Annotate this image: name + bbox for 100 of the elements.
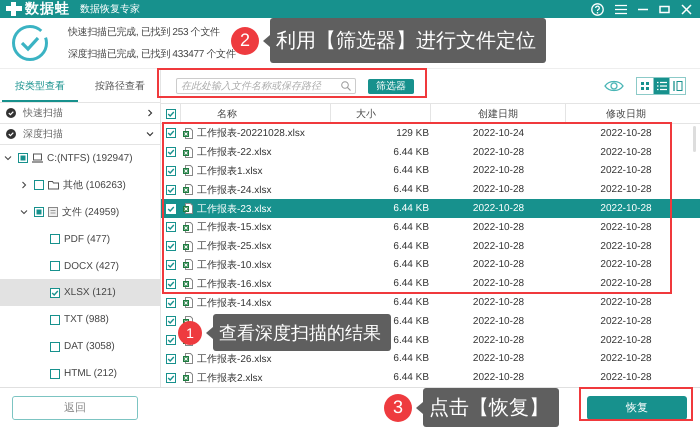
file-row[interactable]: 工作报表-15.xlsx 6.44 KB 2022-10-28 2022-10-28 [161,218,700,237]
file-row[interactable]: 工作报表-26.xlsx 6.44 KB 2022-10-28 2022-10-28 [161,350,700,368]
file-row[interactable]: 工作报表-10.xlsx 6.44 KB 2022-10-28 2022-10-28 [161,256,700,274]
checkbox[interactable] [34,180,44,190]
created-date: 2022-10-28 [472,259,526,270]
step-number-badge: 3 [384,394,412,422]
file-row[interactable]: 工作报表1.xlsx 6.44 KB 2022-10-28 2022-10-28 [161,162,700,180]
created-date: 2022-10-28 [472,334,526,346]
chevron-icon[interactable] [20,208,28,216]
scan-group-label: 快速扫描 [23,106,64,120]
checkbox[interactable] [50,261,60,271]
checkbox[interactable] [50,234,60,244]
checkbox[interactable] [166,166,176,176]
menu-icon[interactable] [615,4,627,14]
scrollbar[interactable] [693,126,696,152]
created-date: 2022-10-28 [472,372,526,384]
created-date: 2022-10-28 [472,146,526,158]
tree-item[interactable]: DOCX (427) [0,252,160,280]
maximize-icon[interactable] [659,4,670,14]
scan-group-row[interactable]: 快速扫描 [0,102,160,124]
file-row[interactable]: 工作报表-25.xlsx 6.44 KB 2022-10-28 2022-10-28 [161,236,700,256]
callout-text: 利用【筛选器】进行文件定位 [270,18,546,63]
checkbox[interactable] [166,335,176,346]
file-row[interactable]: 工作报表-24.xlsx 6.44 KB 2022-10-28 2022-10-28 [161,180,700,200]
file-size: 6.44 KB [392,184,430,196]
checkbox[interactable] [166,316,176,326]
pointer-icon [206,326,213,338]
checkbox[interactable] [166,147,176,158]
checkbox[interactable] [166,372,176,383]
checkbox[interactable] [50,342,60,352]
checkbox[interactable] [50,288,60,298]
help-icon[interactable] [591,2,604,16]
modified-date: 2022-10-28 [599,353,653,364]
file-name: 工作报表-24.xlsx [197,184,272,197]
grid-icon [640,81,650,91]
scan-group-label: 深度扫描 [23,128,64,141]
checkbox[interactable] [166,260,176,270]
search-icon [341,81,351,91]
column-header[interactable]: 修改日期 [606,106,646,120]
file-size: 6.44 KB [392,203,430,214]
tree-item-label: 文件 (24959) [62,206,120,220]
file-row[interactable]: 工作报表-14.xlsx 6.44 KB 2022-10-28 2022-10-28 [161,293,700,312]
column-header[interactable]: 大小 [356,106,376,120]
file-name: 工作报表1.xlsx [197,164,263,178]
tree-item[interactable]: 文件 (24959) [0,198,160,226]
checkbox[interactable] [166,278,176,289]
file-row[interactable]: 工作报表-22.xlsx 6.44 KB 2022-10-28 2022-10-28 [161,142,700,162]
checkbox[interactable] [166,128,176,138]
logo-icon [6,2,22,16]
file-name: 工作报表-14.xlsx [197,296,272,310]
column-header[interactable]: 名称 [217,106,237,120]
drive-icon [32,153,43,164]
app-logo: 数据蛙 [25,0,70,18]
file-row[interactable]: 工作报表-16.xlsx 6.44 KB 2022-10-28 2022-10-28 [161,274,700,294]
tree-item-label: 其他 (106263) [63,178,126,192]
checkbox[interactable] [166,241,176,252]
chevron-icon[interactable] [146,108,154,117]
tree-item[interactable]: TXT (988) [0,306,160,334]
view-tab[interactable]: 按路径查看 [82,78,158,102]
file-name: 工作报表-16.xlsx [197,278,272,291]
close-icon[interactable] [681,4,692,14]
view-mode-button[interactable] [653,78,669,94]
view-mode-button[interactable] [669,78,685,94]
checkbox[interactable] [34,207,44,218]
chevron-icon[interactable] [146,130,154,138]
chevron-icon[interactable] [4,154,12,162]
back-button[interactable]: 返回 [12,396,138,420]
file-row[interactable]: 工作报表-23.xlsx 6.44 KB 2022-10-28 2022-10-28 [161,199,700,218]
eye-icon[interactable] [604,80,624,92]
checkbox[interactable] [166,354,176,364]
tree-item[interactable]: PDF (477) [0,226,160,253]
checkbox[interactable] [50,368,60,379]
checkbox[interactable] [50,314,60,325]
file-size: 6.44 KB [392,316,430,327]
checkbox[interactable] [166,298,176,308]
file-size: 129 KB [395,128,430,139]
column-header[interactable]: 创建日期 [478,106,518,120]
chevron-icon[interactable] [20,181,28,190]
file-name: 工作报表2.xlsx [197,372,263,385]
file-row[interactable]: 工作报表2.xlsx 6.44 KB 2022-10-28 2022-10-28 [161,368,700,387]
tree-item[interactable]: HTML (212) [0,360,160,387]
tree-item[interactable]: DAT (3058) [0,333,160,360]
modified-date: 2022-10-28 [599,128,653,139]
pointer-icon [416,402,423,414]
modified-date: 2022-10-28 [599,203,653,214]
file-name: 工作报表-26.xlsx [197,352,272,366]
file-row[interactable]: 工作报表-20221028.xlsx 129 KB 2022-10-24 2022-10-28 [161,124,700,143]
checkbox[interactable] [166,184,176,195]
checkbox[interactable] [166,108,176,118]
view-tab[interactable]: 按类型查看 [2,78,78,102]
tree-item[interactable]: 其他 (106263) [0,172,160,199]
scan-group-row[interactable]: 深度扫描 [0,124,160,145]
checkbox[interactable] [166,222,176,232]
tree-item[interactable]: C:(NTFS) (192947) [0,145,160,172]
filter-button[interactable]: 筛选器 [368,78,414,94]
recover-button[interactable]: 恢复 [587,396,687,420]
tree-item[interactable]: XLSX (121) [0,279,160,306]
file-name: 工作报表-10.xlsx [197,258,272,272]
file-size: 6.44 KB [392,297,430,308]
checkbox[interactable] [18,153,28,164]
